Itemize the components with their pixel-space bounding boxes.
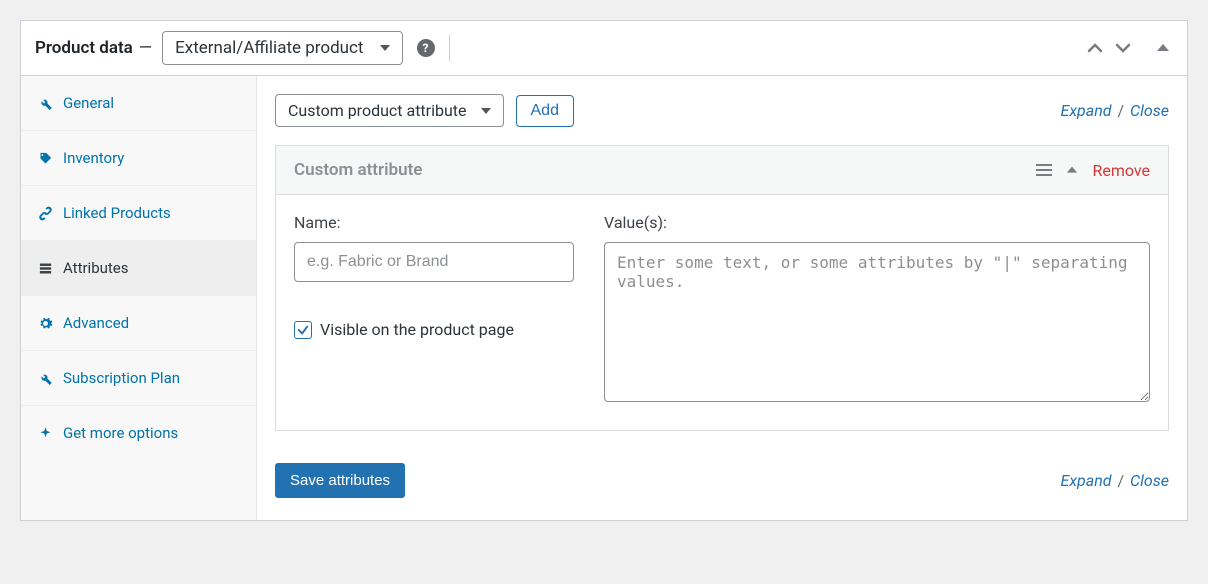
close-link[interactable]: Close <box>1130 101 1169 120</box>
link-icon <box>37 205 53 221</box>
attribute-name-input[interactable] <box>294 242 574 282</box>
product-type-select[interactable]: External/Affiliate product <box>162 31 402 65</box>
panel-header: Product data — External/Affiliate produc… <box>21 21 1187 76</box>
tab-label: Attributes <box>63 259 129 277</box>
expand-link[interactable]: Expand <box>1061 471 1112 490</box>
remove-attribute-link[interactable]: Remove <box>1092 161 1150 180</box>
tab-label: Advanced <box>63 314 129 332</box>
close-link[interactable]: Close <box>1130 471 1169 490</box>
name-label: Name: <box>294 213 574 232</box>
move-up-button[interactable] <box>1085 38 1105 58</box>
chevron-down-icon <box>380 45 390 51</box>
help-icon[interactable]: ? <box>417 39 435 57</box>
tab-label: Linked Products <box>63 204 171 222</box>
visible-checkbox-row[interactable]: Visible on the product page <box>294 320 574 339</box>
panel-title: Product data <box>35 38 133 58</box>
gear-icon <box>37 315 53 331</box>
tab-inventory[interactable]: Inventory <box>21 131 256 186</box>
tab-advanced[interactable]: Advanced <box>21 296 256 351</box>
sparkle-icon <box>37 425 53 441</box>
tag-icon <box>37 150 53 166</box>
add-attribute-button[interactable]: Add <box>516 95 574 127</box>
product-data-tabs: General Inventory Linked Products Attrib… <box>21 76 257 520</box>
move-down-button[interactable] <box>1113 38 1133 58</box>
attribute-block: Custom attribute Remove Name: <box>275 145 1169 431</box>
values-label: Value(s): <box>604 213 1150 232</box>
wrench-icon <box>37 370 53 386</box>
product-data-panel: Product data — External/Affiliate produc… <box>20 20 1188 521</box>
tab-linked-products[interactable]: Linked Products <box>21 186 256 241</box>
product-type-value: External/Affiliate product <box>175 38 363 58</box>
attribute-values-textarea[interactable] <box>604 242 1150 402</box>
attribute-type-value: Custom product attribute <box>288 101 467 120</box>
tab-label: Inventory <box>63 149 124 167</box>
expand-close-links-bottom: Expand / Close <box>1061 471 1169 490</box>
collapse-panel-button[interactable] <box>1153 38 1173 58</box>
checkbox-checked-icon <box>294 321 312 339</box>
expand-link[interactable]: Expand <box>1061 101 1112 120</box>
tab-general[interactable]: General <box>21 76 256 131</box>
attributes-panel: Custom product attribute Add Expand / Cl… <box>257 76 1187 520</box>
tab-get-more[interactable]: Get more options <box>21 406 256 460</box>
list-icon <box>37 260 53 276</box>
drag-handle-icon[interactable] <box>1036 163 1052 177</box>
divider <box>449 35 450 61</box>
collapse-attribute-button[interactable] <box>1066 164 1078 176</box>
title-dash: — <box>139 38 152 58</box>
tab-label: Subscription Plan <box>63 369 180 387</box>
tab-label: Get more options <box>63 424 178 442</box>
attribute-title: Custom attribute <box>294 160 422 180</box>
tab-label: General <box>63 94 114 112</box>
wrench-icon <box>37 95 53 111</box>
save-attributes-button[interactable]: Save attributes <box>275 463 405 498</box>
tab-subscription-plan[interactable]: Subscription Plan <box>21 351 256 406</box>
chevron-down-icon <box>481 108 491 114</box>
tab-attributes[interactable]: Attributes <box>21 241 256 296</box>
expand-close-links: Expand / Close <box>1061 101 1169 120</box>
visible-label: Visible on the product page <box>320 320 514 339</box>
attribute-type-select[interactable]: Custom product attribute <box>275 94 504 127</box>
attribute-header: Custom attribute Remove <box>276 146 1168 195</box>
